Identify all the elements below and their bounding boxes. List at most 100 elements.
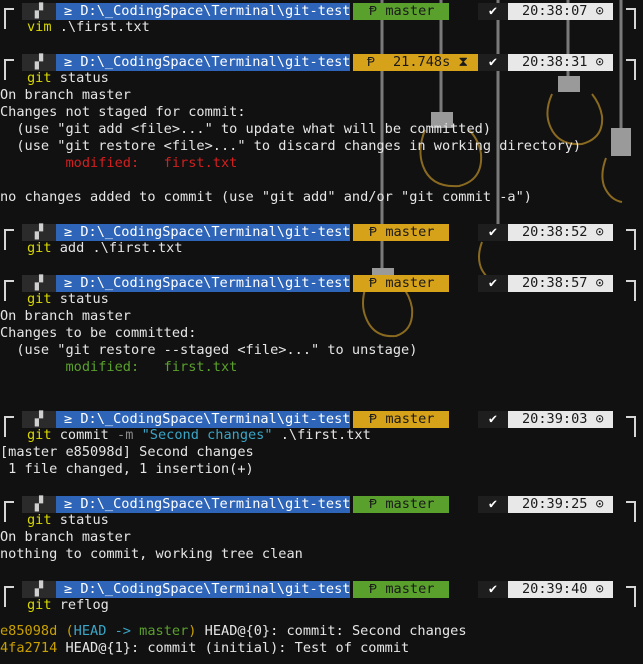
time-text: 20:38:31	[522, 54, 596, 70]
time-text: 20:38:07	[522, 3, 596, 19]
hourglass-icon: ⧗	[458, 54, 469, 70]
check-icon: ✔	[478, 54, 508, 71]
duration-text: 21.748s	[392, 54, 459, 70]
command-name: git	[27, 70, 52, 86]
path-text: D:\_CodingSpace\Terminal\git-test	[80, 275, 351, 291]
folder-icon: ≥	[64, 496, 81, 512]
check-icon: ✔	[478, 411, 508, 428]
command-line[interactable]: git commit -m "Second changes" .\first.t…	[27, 427, 371, 444]
command-line[interactable]: git status	[27, 70, 109, 87]
prompt-corner-left	[4, 416, 14, 437]
prompt-block: ▞ ≥ D:\_CodingSpace\Terminal\git-test Ᵽ ma…	[0, 274, 643, 308]
output-line: modified: first.txt	[0, 155, 238, 171]
command-name: git	[27, 240, 52, 256]
check-icon: ✔	[478, 496, 508, 513]
path-text: D:\_CodingSpace\Terminal\git-test	[80, 411, 351, 427]
command-args: reflog	[51, 597, 109, 613]
check-icon: ✔	[478, 275, 508, 292]
check-icon: ✔	[478, 3, 508, 20]
command-line[interactable]: git status	[27, 291, 109, 308]
prompt-time: 20:38:57 ⊙	[508, 275, 613, 292]
prompt-branch: Ᵽ master	[353, 224, 449, 241]
output-line: (use "git restore --staged <file>..." to…	[0, 342, 418, 358]
path-text: D:\_CodingSpace\Terminal\git-test	[80, 224, 351, 240]
command-args: .\first.txt	[51, 19, 150, 35]
branch-ref: master	[139, 623, 189, 639]
output-line: (use "git add <file>..." to update what …	[0, 121, 492, 137]
command-line[interactable]: git add .\first.txt	[27, 240, 183, 257]
folder-icon: ≥	[64, 3, 81, 19]
clock-icon: ⊙	[595, 275, 604, 291]
commit-hash: 4fa2714	[0, 640, 58, 656]
path-text: D:\_CodingSpace\Terminal\git-test	[80, 496, 351, 512]
windows-icon: ▞	[22, 54, 56, 71]
prompt-path: ≥ D:\_CodingSpace\Terminal\git-test	[56, 411, 350, 428]
windows-icon: ▞	[22, 275, 56, 292]
output-line: 1 file changed, 1 insertion(+)	[0, 461, 254, 477]
prompt-path: ≥ D:\_CodingSpace\Terminal\git-test	[56, 581, 350, 598]
branch-name: master	[385, 275, 435, 291]
prompt-corner-left	[4, 501, 14, 522]
prompt-block: ▞ ≥ D:\_CodingSpace\Terminal\git-test Ᵽ 21.…	[0, 53, 643, 87]
prompt-corner-left	[4, 586, 14, 607]
output-line: Changes not staged for commit:	[0, 104, 246, 120]
branch-icon: Ᵽ	[369, 496, 386, 512]
time-text: 20:38:57	[522, 275, 596, 291]
command-name: vim	[27, 19, 52, 35]
output-line: [master e85098d] Second changes	[0, 444, 254, 460]
command-string: "Second changes"	[133, 427, 273, 443]
prompt-path: ≥ D:\_CodingSpace\Terminal\git-test	[56, 275, 350, 292]
path-text: D:\_CodingSpace\Terminal\git-test	[80, 54, 351, 70]
output-line: no changes added to commit (use "git add…	[0, 189, 532, 205]
branch-icon: Ᵽ	[369, 411, 386, 427]
output-line: modified: first.txt	[0, 359, 238, 375]
commit-hash: e85098d	[0, 623, 58, 639]
terminal-window[interactable]: ▞ ≥ D:\_CodingSpace\Terminal\git-test Ᵽ ma…	[0, 0, 643, 664]
output-line: nothing to commit, working tree clean	[0, 546, 303, 562]
prompt-corner-left	[4, 8, 14, 29]
prompt-time: 20:39:25 ⊙	[508, 496, 613, 513]
command-arg: commit	[51, 427, 118, 443]
reflog-message: HEAD@{1}: commit (initial): Test of comm…	[57, 640, 410, 656]
prompt-corner-right	[626, 8, 636, 29]
command-args: status	[51, 70, 109, 86]
clock-icon: ⊙	[595, 54, 604, 70]
output-line: (use "git restore <file>..." to discard …	[0, 138, 582, 154]
command-flag: -m	[117, 427, 134, 443]
command-name: git	[27, 597, 52, 613]
branch-icon: Ᵽ	[369, 224, 386, 240]
command-line[interactable]: git reflog	[27, 597, 109, 614]
command-line[interactable]: git status	[27, 512, 109, 529]
output-line: Changes to be committed:	[0, 325, 197, 341]
branch-icon: Ᵽ	[369, 3, 386, 19]
prompt-branch: Ᵽ master	[353, 581, 449, 598]
prompt-path: ≥ D:\_CodingSpace\Terminal\git-test	[56, 224, 350, 241]
prompt-branch: Ᵽ	[353, 54, 383, 71]
clock-icon: ⊙	[595, 411, 604, 427]
prompt-path: ≥ D:\_CodingSpace\Terminal\git-test	[56, 3, 350, 20]
command-args: status	[51, 291, 109, 307]
time-text: 20:39:25	[522, 496, 596, 512]
prompt-branch: Ᵽ master	[353, 496, 449, 513]
branch-name: master	[385, 411, 435, 427]
output-line: On branch master	[0, 529, 131, 545]
folder-icon: ≥	[64, 581, 81, 597]
windows-icon: ▞	[22, 581, 56, 598]
clock-icon: ⊙	[595, 224, 604, 240]
command-name: git	[27, 512, 52, 528]
prompt-time: 20:38:31 ⊙	[508, 54, 613, 71]
branch-name: master	[385, 496, 435, 512]
command-line[interactable]: vim .\first.txt	[27, 19, 150, 36]
time-text: 20:38:52	[522, 224, 596, 240]
prompt-time: 20:38:07 ⊙	[508, 3, 613, 20]
clock-icon: ⊙	[595, 496, 604, 512]
prompt-corner-right	[626, 501, 636, 522]
windows-icon: ▞	[22, 224, 56, 241]
command-arg: .\first.txt	[272, 427, 371, 443]
windows-icon: ▞	[22, 496, 56, 513]
prompt-block: ▞ ≥ D:\_CodingSpace\Terminal\git-test Ᵽ ma…	[0, 410, 643, 444]
branch-icon: Ᵽ	[369, 275, 386, 291]
folder-icon: ≥	[64, 224, 81, 240]
windows-icon: ▞	[22, 411, 56, 428]
time-text: 20:39:03	[522, 411, 596, 427]
